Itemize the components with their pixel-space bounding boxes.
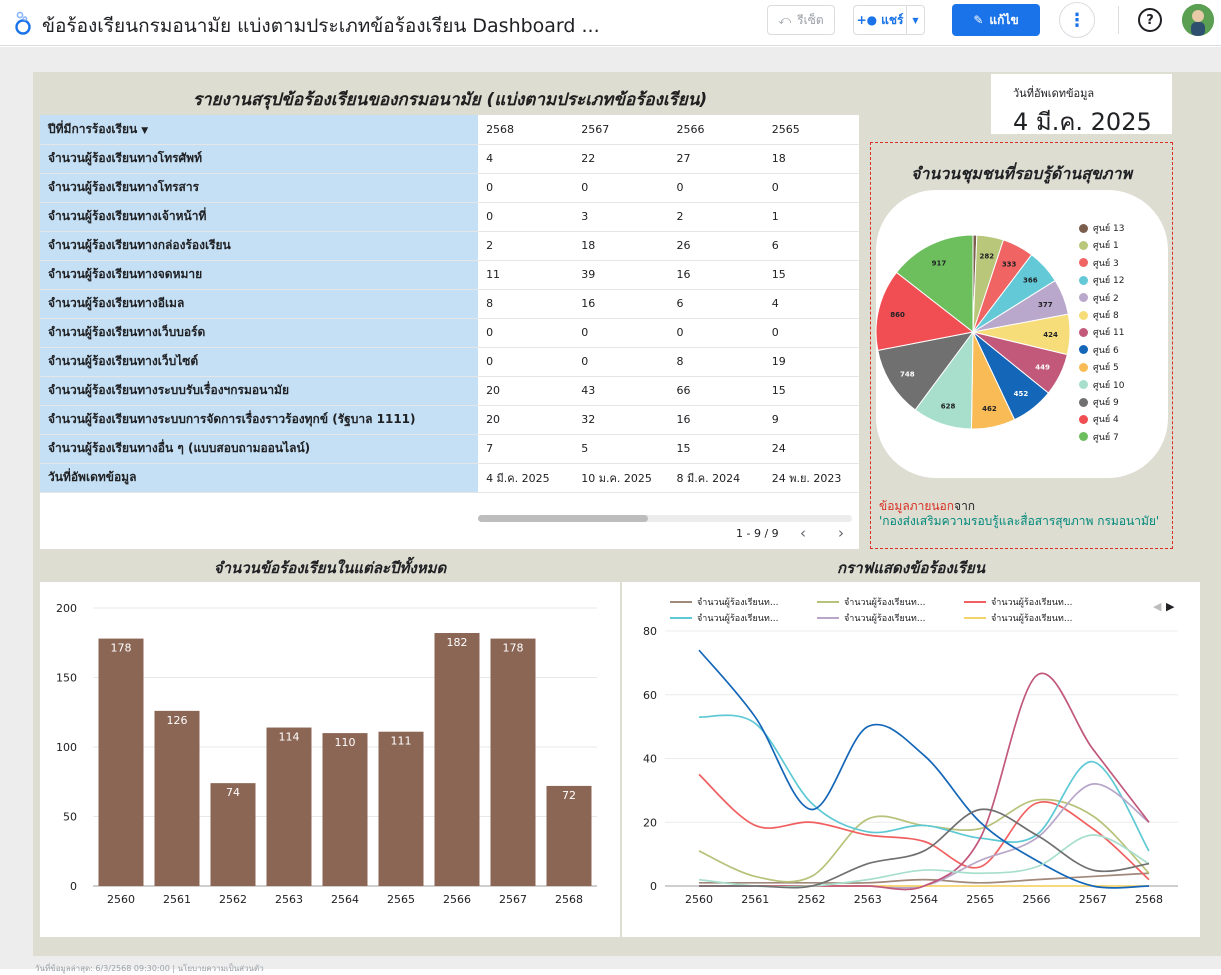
line-legend-item[interactable]: จำนวนผู้ร้องเรียนท... bbox=[964, 611, 1072, 625]
legend-label: จำนวนผู้ร้องเรียนท... bbox=[991, 614, 1073, 624]
legend-line-swatch bbox=[964, 601, 986, 603]
line-legend-item[interactable]: จำนวนผู้ร้องเรียนท... bbox=[964, 595, 1072, 609]
line-y-tick-label: 80 bbox=[643, 625, 657, 638]
line-legend-item[interactable]: จำนวนผู้ร้องเรียนท... bbox=[670, 611, 778, 625]
legend-line-swatch bbox=[817, 617, 839, 619]
line-series[interactable] bbox=[698, 649, 1150, 889]
line-x-tick-label: 2565 bbox=[966, 893, 994, 906]
line-y-tick-label: 60 bbox=[643, 689, 657, 702]
line-legend-item[interactable]: จำนวนผู้ร้องเรียนท... bbox=[670, 595, 778, 609]
line-y-tick-label: 20 bbox=[643, 816, 657, 829]
line-x-tick-label: 2562 bbox=[798, 893, 826, 906]
line-x-tick-label: 2561 bbox=[741, 893, 769, 906]
line-x-tick-label: 2568 bbox=[1135, 893, 1163, 906]
legend-label: จำนวนผู้ร้องเรียนท... bbox=[844, 614, 926, 624]
line-x-tick-label: 2566 bbox=[1023, 893, 1051, 906]
line-x-tick-label: 2564 bbox=[910, 893, 938, 906]
line-legend-item[interactable]: จำนวนผู้ร้องเรียนท... bbox=[817, 611, 925, 625]
legend-label: จำนวนผู้ร้องเรียนท... bbox=[991, 598, 1073, 608]
line-legend-item[interactable]: จำนวนผู้ร้องเรียนท... bbox=[817, 595, 925, 609]
line-y-tick-label: 40 bbox=[643, 753, 657, 766]
line-series[interactable] bbox=[699, 672, 1150, 891]
legend-label: จำนวนผู้ร้องเรียนท... bbox=[844, 598, 926, 608]
legend-line-swatch bbox=[670, 617, 692, 619]
legend-prev-icon[interactable]: ◀ bbox=[1153, 600, 1161, 613]
line-chart: 0 20 40 60 80 2560 2561 2562 2563 2564 2565 2566 256… bbox=[643, 625, 1178, 906]
legend-next-icon[interactable]: ▶ bbox=[1166, 600, 1174, 613]
line-x-tick-label: 2567 bbox=[1079, 893, 1107, 906]
legend-label: จำนวนผู้ร้องเรียนท... bbox=[697, 614, 779, 624]
legend-label: จำนวนผู้ร้องเรียนท... bbox=[697, 598, 779, 608]
line-y-tick-label: 0 bbox=[650, 880, 657, 893]
legend-line-swatch bbox=[964, 617, 986, 619]
legend-line-swatch bbox=[817, 601, 839, 603]
line-series[interactable] bbox=[699, 783, 1150, 889]
legend-line-swatch bbox=[670, 601, 692, 603]
line-x-tick-label: 2563 bbox=[854, 893, 882, 906]
line-x-tick-label: 2560 bbox=[685, 893, 713, 906]
